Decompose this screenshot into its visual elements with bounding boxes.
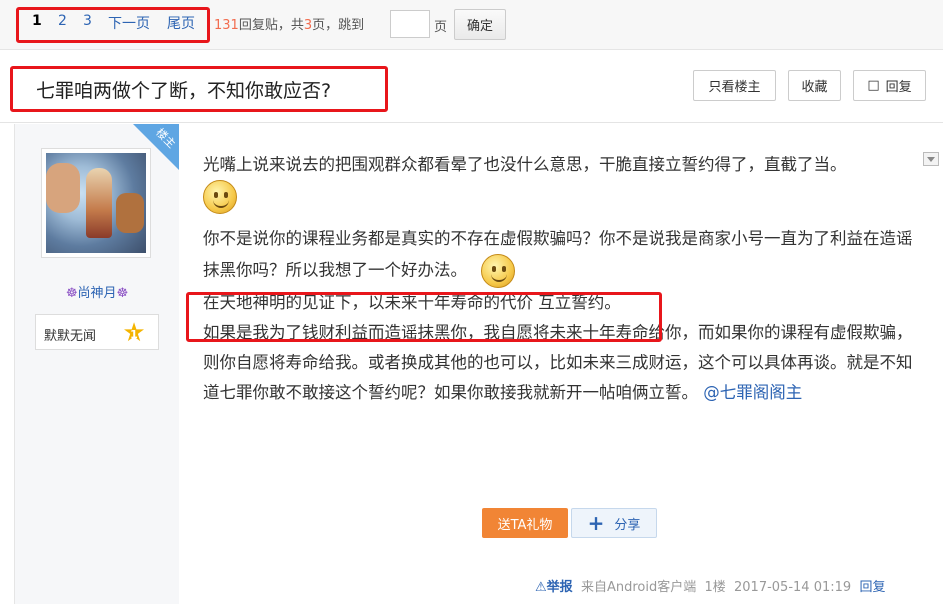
mention-link[interactable]: @七罪阁阁主: [703, 383, 802, 402]
only-op-button[interactable]: 只看楼主: [693, 70, 776, 101]
thread-title-bar: 七罪咱两做个了断，不知你敢应否? 只看楼主 收藏 □ 回复: [0, 51, 943, 123]
jump-page-suffix: 页: [434, 20, 448, 35]
share-button[interactable]: + 分享: [571, 508, 657, 538]
post-time: 2017-05-14 01:19: [734, 580, 852, 595]
author-sidebar: 楼主 ☸尚神月☸ 默默无闻 ★ 1: [15, 124, 179, 604]
reply-suffix: 回复贴，共: [238, 18, 304, 33]
page-1-link[interactable]: 1: [32, 13, 42, 29]
post-source: 来自Android客户端: [580, 580, 697, 595]
op-badge-label: 楼主: [153, 125, 179, 151]
reply-button[interactable]: □ 回复: [853, 70, 926, 101]
confirm-jump-button[interactable]: 确定: [454, 9, 506, 40]
floor-number: 1楼: [704, 580, 726, 595]
send-gift-button[interactable]: 送TA礼物: [482, 508, 568, 538]
page-3-link[interactable]: 3: [83, 13, 92, 29]
post-line-2: 你不是说你的课程业务都是真实的不存在虚假欺骗吗？你不是说我是商家小号一直为了利益…: [203, 229, 913, 280]
username-symbol-left: ☸: [65, 286, 78, 301]
reply-button-label: 回复: [885, 80, 912, 95]
reply-count: 131: [214, 18, 239, 33]
star-icon: ★ 1: [120, 319, 148, 347]
thread-title: 七罪咱两做个了断，不知你敢应否?: [36, 80, 332, 102]
rank-name: 默默无闻: [44, 329, 97, 344]
smile-emoji-icon: [203, 180, 237, 214]
avatar-image: [46, 153, 146, 253]
comment-icon: □: [867, 78, 880, 93]
user-rank-badge[interactable]: 默默无闻 ★ 1: [35, 314, 159, 350]
username-symbol-right: ☸: [116, 286, 129, 301]
rank-level: 1: [130, 328, 138, 341]
pager-bar: 1 2 3 下一页 尾页 131回复贴，共3页，跳到 页 确定: [0, 0, 943, 50]
avatar[interactable]: [41, 148, 151, 258]
author-username-text: 尚神月: [77, 286, 117, 301]
next-page-link[interactable]: 下一页: [108, 13, 150, 33]
warning-icon: ⚠: [535, 580, 547, 595]
page-suffix: 页，跳到: [312, 18, 365, 33]
author-username[interactable]: ☸尚神月☸: [15, 282, 179, 301]
post-reply-link[interactable]: 回复: [859, 580, 885, 595]
page-2-link[interactable]: 2: [58, 13, 67, 29]
post-line-3: 在天地神明的见证下，以未来十年寿命的代价 互立誓约。: [203, 293, 621, 312]
reply-info: 131回复贴，共3页，跳到: [214, 14, 364, 33]
share-label: 分享: [614, 517, 641, 533]
post-content: 光嘴上说来说去的把围观群众都看晕了也没什么意思，干脆直接立誓约得了，直截了当。 …: [203, 150, 913, 408]
post-line-1: 光嘴上说来说去的把围观群众都看晕了也没什么意思，干脆直接立誓约得了，直截了当。: [203, 155, 847, 174]
report-label: 举报: [546, 580, 573, 595]
plus-icon: +: [587, 511, 605, 535]
post-footer: ⚠举报 来自Android客户端 1楼 2017-05-14 01:19 回复: [535, 576, 885, 595]
jump-page-input[interactable]: [390, 10, 430, 38]
post-line-4: 如果是我为了钱财利益而造谣抹黑你，我自愿将未来十年寿命给你，而如果你的课程有虚假…: [203, 323, 913, 402]
page-total: 3: [303, 18, 313, 33]
post-floor-1: 楼主 ☸尚神月☸ 默默无闻 ★ 1 光嘴上说来说去的把围观群众都看晕了也没什么意思…: [14, 124, 943, 604]
favorite-button[interactable]: 收藏: [788, 70, 841, 101]
smile-emoji-icon: [481, 254, 515, 288]
last-page-link[interactable]: 尾页: [167, 13, 195, 33]
report-link[interactable]: ⚠举报: [535, 580, 573, 595]
post-menu-dropdown[interactable]: [923, 152, 939, 166]
